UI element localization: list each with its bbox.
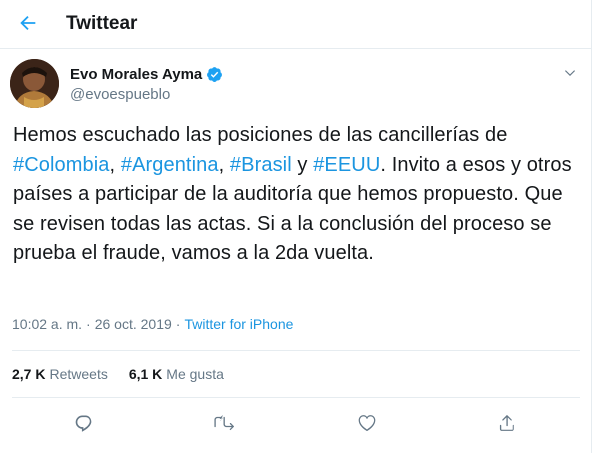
- likes-stat[interactable]: 6,1 K Me gusta: [129, 366, 224, 382]
- verified-badge-icon: [207, 67, 223, 82]
- hashtag-colombia[interactable]: #Colombia: [13, 154, 110, 176]
- divider: [12, 350, 580, 351]
- divider: [12, 397, 580, 398]
- retweet-icon: [214, 414, 234, 431]
- hashtag-brasil[interactable]: #Brasil: [230, 154, 292, 176]
- author-name[interactable]: Evo Morales Ayma: [70, 66, 202, 83]
- reply-icon: [75, 415, 92, 432]
- hashtag-argentina[interactable]: #Argentina: [121, 154, 219, 176]
- avatar[interactable]: [10, 59, 59, 108]
- avatar-image: [10, 59, 59, 108]
- author-name-row: Evo Morales Ayma: [70, 66, 223, 83]
- tweet-source-link[interactable]: Twitter for iPhone: [184, 316, 293, 332]
- retweets-count: 2,7 K: [12, 366, 46, 382]
- retweets-label: Retweets: [49, 366, 108, 382]
- meta-separator: ·: [86, 316, 91, 332]
- tweet-text-line1: Hemos escuchado las posiciones de las ca…: [13, 124, 508, 146]
- retweet-button[interactable]: [209, 408, 239, 438]
- like-button[interactable]: [352, 408, 382, 438]
- tweet-text: Hemos escuchado las posiciones de las ca…: [13, 121, 585, 269]
- tweet-actions: [0, 408, 592, 438]
- hashtag-eeuu[interactable]: #EEUU: [313, 154, 380, 176]
- share-button[interactable]: [492, 408, 522, 438]
- page-title: Twittear: [66, 13, 138, 34]
- tweet-time[interactable]: 10:02 a. m.: [12, 316, 82, 332]
- more-options-button[interactable]: [560, 63, 580, 83]
- tweet-stats: 2,7 K Retweets 6,1 K Me gusta: [12, 366, 224, 382]
- likes-count: 6,1 K: [128, 366, 163, 382]
- arrow-left-icon: [20, 15, 36, 31]
- tweet-text-separator: ,: [218, 153, 230, 176]
- likes-label: Me gusta: [166, 366, 224, 382]
- tweet-meta: 10:02 a. m. · 26 oct. 2019 · Twitter for…: [12, 316, 293, 332]
- tweet-text-conjunction: y: [291, 153, 314, 176]
- tweet-text-separator: ,: [109, 153, 121, 176]
- top-bar: Twittear: [0, 0, 591, 49]
- reply-button[interactable]: [69, 408, 99, 438]
- back-button[interactable]: [13, 8, 43, 38]
- tweet-detail-view: Twittear Evo Morales Ayma @evoespueblo H…: [0, 0, 592, 453]
- meta-separator: ·: [175, 316, 181, 332]
- like-icon: [358, 415, 376, 431]
- tweet-date[interactable]: 26 oct. 2019: [95, 316, 172, 332]
- chevron-down-icon: [564, 70, 576, 77]
- retweets-stat[interactable]: 2,7 K Retweets: [12, 366, 108, 382]
- author-handle[interactable]: @evoespueblo: [70, 86, 170, 103]
- share-icon: [499, 415, 514, 431]
